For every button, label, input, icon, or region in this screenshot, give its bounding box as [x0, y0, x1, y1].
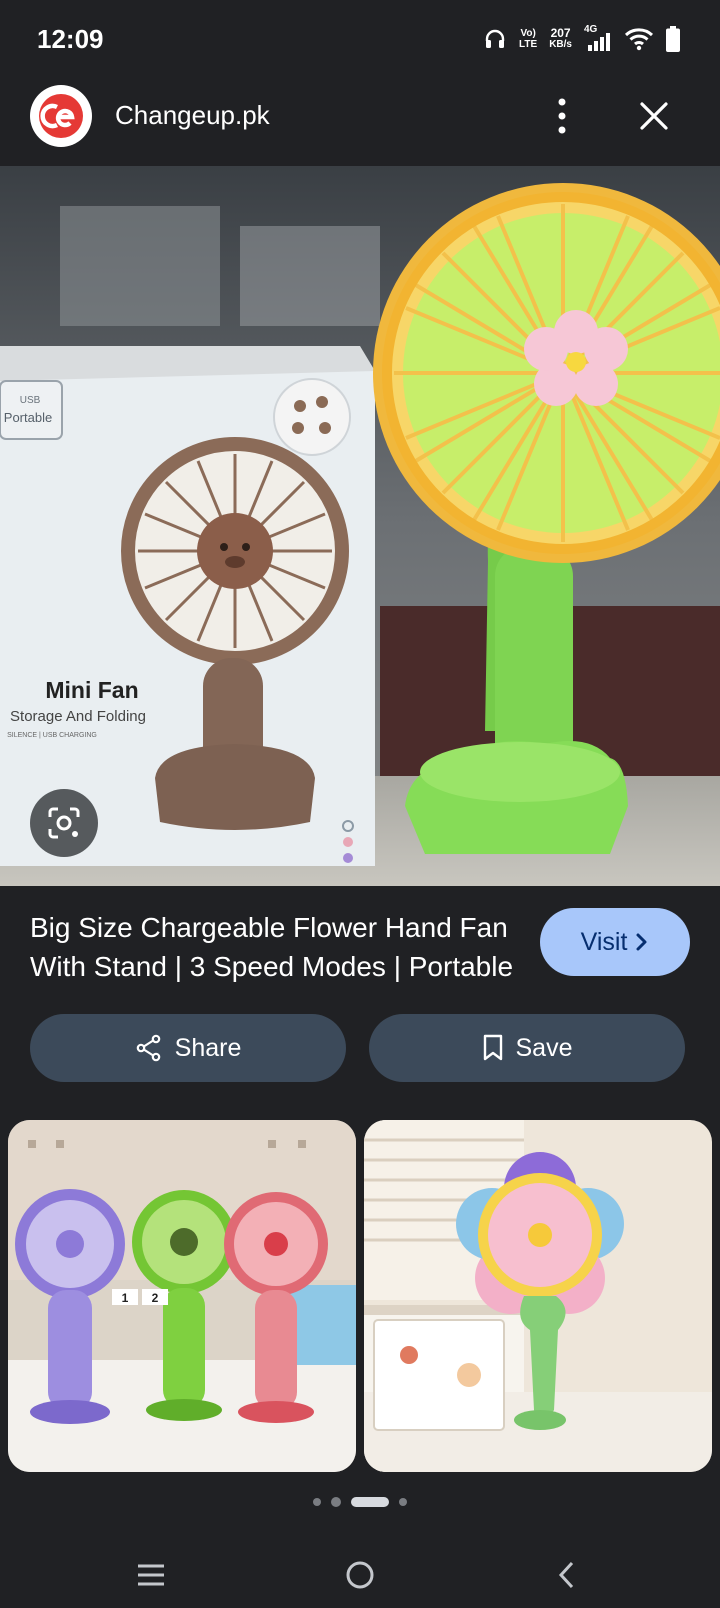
battery-icon: [666, 26, 680, 52]
wifi-icon: [624, 28, 654, 51]
status-time: 12:09: [37, 24, 104, 54]
pager-dot-3[interactable]: [351, 1497, 389, 1507]
related-badge-1: 1: [122, 1291, 129, 1305]
save-button[interactable]: Save: [369, 1014, 685, 1082]
chevron-right-icon: [636, 933, 647, 951]
share-label: Share: [174, 1033, 242, 1062]
carousel-pager: [0, 1497, 720, 1507]
related-image-2[interactable]: [364, 1120, 712, 1472]
headphones-icon: [485, 29, 505, 48]
product-photo: USB Portable Mini Fan Storage And Foldin…: [0, 166, 720, 886]
visit-button[interactable]: Visit: [540, 908, 690, 976]
share-icon: [136, 1034, 160, 1062]
changeup-logo-icon[interactable]: [30, 85, 92, 147]
recents-icon: [138, 1564, 164, 1586]
google-lens-icon: [48, 807, 80, 839]
related-photo-flower-fan: [364, 1120, 712, 1472]
bookmark-icon: [483, 1034, 502, 1061]
status-icons: Vo) LTE 207 KB/s 4G: [483, 24, 680, 52]
pager-dot-2[interactable]: [331, 1497, 341, 1507]
signal-icon: [588, 33, 610, 51]
close-button[interactable]: [634, 96, 674, 136]
pager-dot-4[interactable]: [399, 1498, 407, 1506]
box-subtitle: Storage And Folding: [10, 708, 146, 725]
volte-indicator: Vo) LTE: [519, 28, 538, 50]
home-icon: [346, 1561, 374, 1589]
visit-label: Visit: [580, 927, 628, 956]
status-bar: 12:09 Vo) LTE 207 KB/s 4G: [0, 0, 720, 84]
google-lens-button[interactable]: [30, 789, 98, 857]
save-label: Save: [515, 1033, 573, 1062]
box-small-text: SILENCE | USB CHARGING: [7, 732, 97, 739]
recents-button[interactable]: [121, 1550, 181, 1600]
close-icon: [640, 102, 668, 130]
pager-dot-1[interactable]: [313, 1498, 321, 1506]
site-name[interactable]: Changeup.pk: [115, 100, 270, 131]
product-title[interactable]: Big Size Chargeable Flower Hand Fan With…: [30, 908, 520, 986]
related-photo-fans-trio: 1 2: [8, 1120, 356, 1472]
site-header: Changeup.pk: [0, 84, 720, 166]
box-title: Mini Fan: [45, 677, 138, 703]
product-image[interactable]: USB Portable Mini Fan Storage And Foldin…: [0, 166, 720, 886]
share-button[interactable]: Share: [30, 1014, 346, 1082]
more-options-button[interactable]: [546, 94, 578, 138]
box-badge-portable: Portable: [4, 410, 52, 425]
back-button[interactable]: [537, 1550, 597, 1600]
network-speed: 207 KB/s: [549, 26, 572, 50]
box-badge-usb: USB: [20, 395, 41, 406]
related-image-1[interactable]: 1 2: [8, 1120, 356, 1472]
home-button[interactable]: [330, 1550, 390, 1600]
cell-signal: 4G: [584, 24, 612, 52]
system-nav-bar: [0, 1540, 720, 1608]
related-badge-2: 2: [152, 1291, 159, 1305]
more-vert-icon: [558, 98, 566, 134]
back-icon: [558, 1561, 574, 1589]
